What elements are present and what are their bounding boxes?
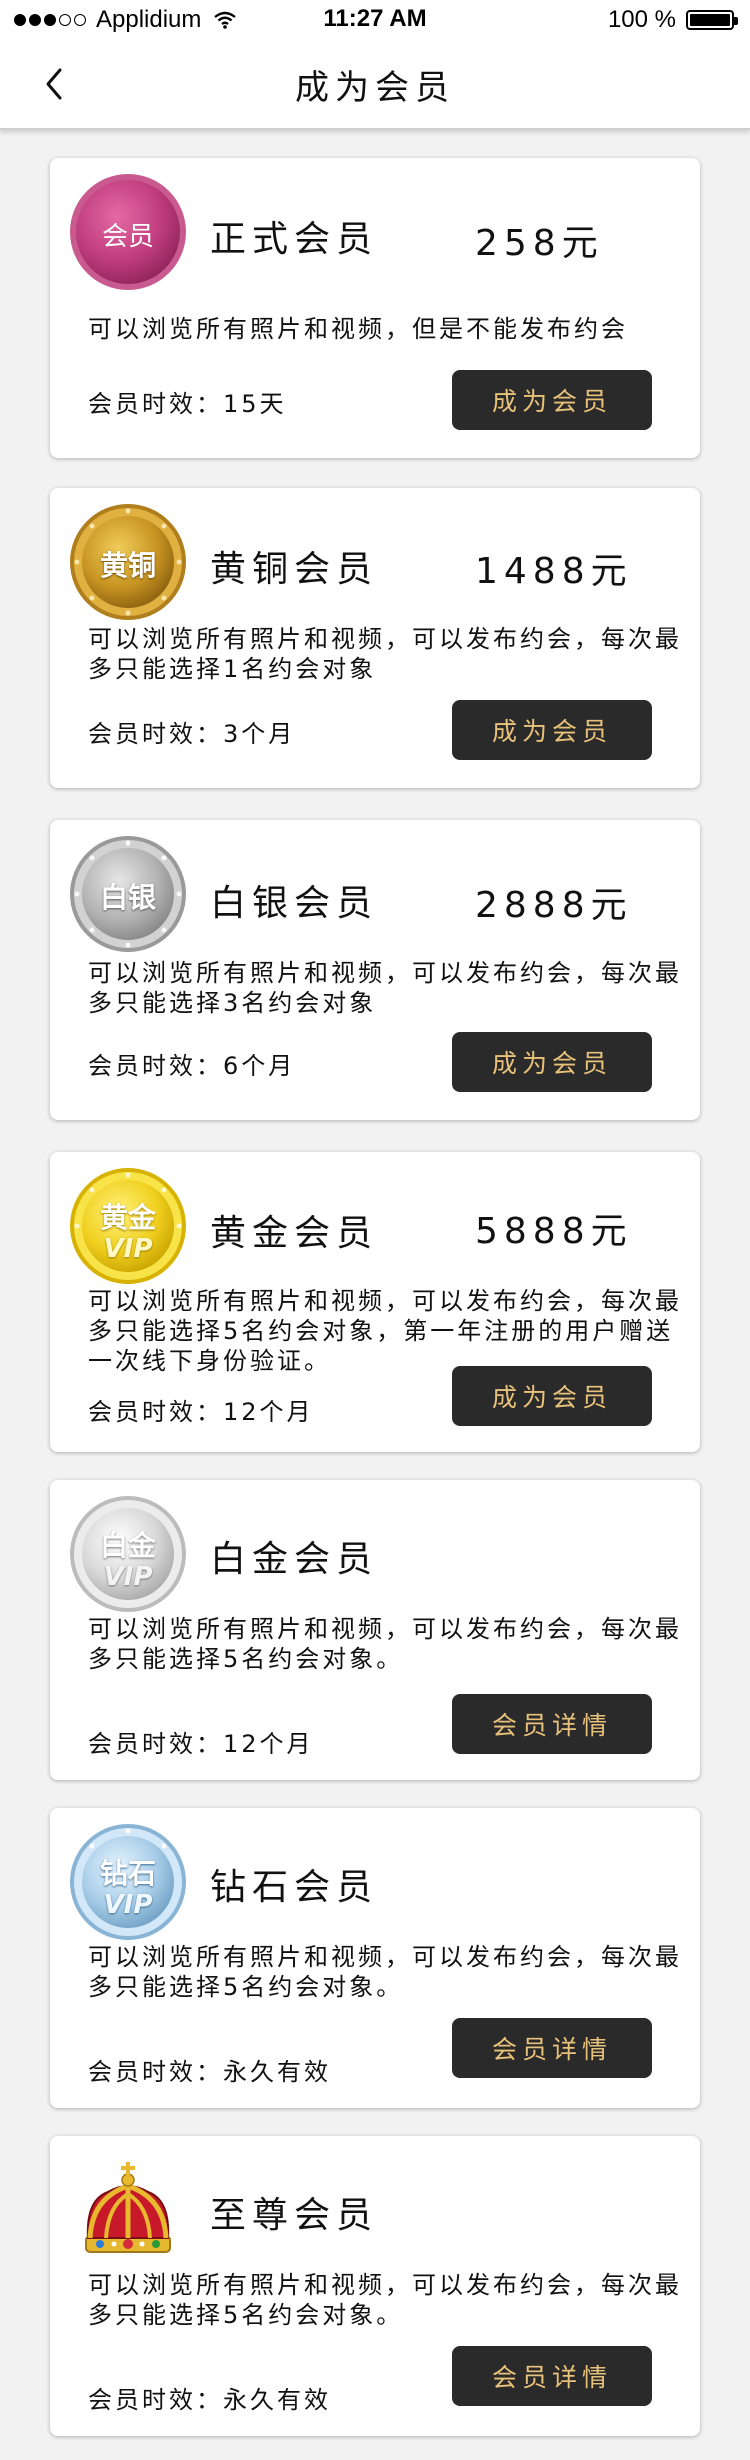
- battery-percent: 100 %: [607, 6, 676, 33]
- badge-label: 黄金: [99, 1201, 156, 1234]
- become-member-button[interactable]: 成为会员: [452, 370, 652, 430]
- become-member-button[interactable]: 成为会员: [452, 700, 652, 760]
- membership-card-supreme: 至尊会员 可以浏览所有照片和视频，可以发布约会，每次最多只能选择5名约会对象。 …: [50, 2136, 700, 2436]
- tier-description: 可以浏览所有照片和视频，可以发布约会，每次最多只能选择3名约会对象: [88, 959, 682, 1017]
- tier-description: 可以浏览所有照片和视频，可以发布约会，每次最多只能选择5名约会对象。: [88, 2271, 682, 2329]
- battery-icon: [686, 10, 738, 30]
- tier-description: 可以浏览所有照片和视频，可以发布约会，每次最多只能选择5名约会对象。: [88, 1615, 682, 1673]
- member-details-button[interactable]: 会员详情: [452, 1694, 652, 1754]
- battery-group: 100 %: [607, 6, 738, 34]
- tier-description: 可以浏览所有照片和视频，可以发布约会，每次最多只能选择5名约会对象，第一年注册的…: [88, 1287, 682, 1375]
- member-details-button[interactable]: 会员详情: [452, 2346, 652, 2406]
- badge-label: 白金: [99, 1529, 156, 1562]
- badge-label: 钻石: [99, 1857, 156, 1890]
- tier-duration: 会员时效：15天: [88, 390, 287, 418]
- tier-duration: 会员时效：12个月: [88, 1398, 314, 1426]
- tier-name: 钻石会员: [210, 1867, 379, 1908]
- badge-vip-label: VIP: [103, 1890, 153, 1920]
- tier-description: 可以浏览所有照片和视频，但是不能发布约会: [88, 315, 628, 343]
- badge-label: 黄铜: [99, 549, 156, 582]
- tier-name: 黄金会员: [210, 1213, 379, 1254]
- badge-vip-label: VIP: [103, 1562, 153, 1592]
- status-bar: Applidium 11:27 AM 100 %: [0, 0, 750, 40]
- nav-bar: 成为会员: [0, 40, 750, 130]
- tier-duration: 会员时效：3个月: [88, 720, 296, 748]
- tier-name: 白金会员: [210, 1539, 379, 1580]
- badge-label: 白银: [99, 881, 156, 914]
- tier-duration: 会员时效：永久有效: [88, 2386, 331, 2414]
- become-member-button[interactable]: 成为会员: [452, 1366, 652, 1426]
- membership-card-gold: 黄金 VIP 黄金会员 5888元 可以浏览所有照片和视频，可以发布约会，每次最…: [50, 1152, 700, 1452]
- tier-duration: 会员时效：12个月: [88, 1730, 314, 1758]
- tier-price: 258元: [475, 223, 604, 264]
- tier-price: 5888元: [475, 1211, 633, 1252]
- tier-price: 1488元: [475, 551, 633, 592]
- become-member-button[interactable]: 成为会员: [452, 1032, 652, 1092]
- membership-card-platinum: 白金 VIP 白金会员 可以浏览所有照片和视频，可以发布约会，每次最多只能选择5…: [50, 1480, 700, 1780]
- tier-duration: 会员时效：永久有效: [88, 2058, 331, 2086]
- membership-card-silver: 白银 白银会员 2888元 可以浏览所有照片和视频，可以发布约会，每次最多只能选…: [50, 820, 700, 1120]
- tier-duration: 会员时效：6个月: [88, 1052, 296, 1080]
- crown-icon: [85, 2162, 171, 2253]
- tier-description: 可以浏览所有照片和视频，可以发布约会，每次最多只能选择5名约会对象。: [88, 1943, 682, 2001]
- membership-card-bronze: 黄铜 黄铜会员 1488元 可以浏览所有照片和视频，可以发布约会，每次最多只能选…: [50, 488, 700, 788]
- page-title: 成为会员: [295, 68, 455, 108]
- badge-vip-label: VIP: [103, 1234, 153, 1264]
- membership-card-diamond: 钻石 VIP 钻石会员 可以浏览所有照片和视频，可以发布约会，每次最多只能选择5…: [50, 1808, 700, 2108]
- badge-label: 会员: [101, 222, 154, 252]
- tier-name: 至尊会员: [210, 2195, 379, 2236]
- tier-name: 黄铜会员: [210, 549, 379, 590]
- membership-card-regular: 会员 正式会员 258元 可以浏览所有照片和视频，但是不能发布约会 会员时效：1…: [50, 158, 700, 458]
- member-details-button[interactable]: 会员详情: [452, 2018, 652, 2078]
- tier-name: 正式会员: [210, 219, 379, 260]
- tier-price: 2888元: [475, 885, 633, 926]
- tier-description: 可以浏览所有照片和视频，可以发布约会，每次最多只能选择1名约会对象: [88, 625, 682, 683]
- tier-name: 白银会员: [210, 883, 379, 924]
